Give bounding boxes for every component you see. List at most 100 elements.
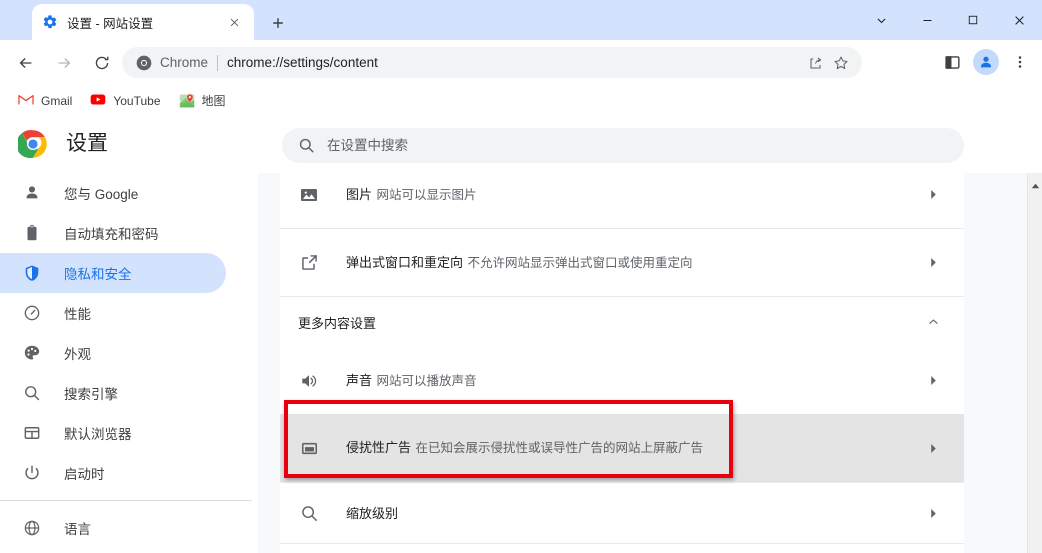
setting-row-intrusive-ads[interactable]: 侵扰性广告 在已知会展示侵扰性或误导性广告的网站上屏蔽广告	[280, 414, 964, 482]
omnibox-separator	[217, 54, 219, 71]
settings-search-box[interactable]	[282, 128, 964, 163]
external-link-icon	[298, 252, 320, 274]
setting-title: 声音	[346, 372, 373, 388]
reload-icon	[95, 56, 109, 69]
row-divider	[280, 543, 964, 544]
setting-row-sound[interactable]: 声音 网站可以播放声音	[280, 347, 964, 414]
back-button[interactable]	[10, 47, 42, 79]
close-window-button[interactable]	[996, 0, 1042, 40]
setting-row-images[interactable]: 图片 网站可以显示图片	[280, 173, 964, 228]
chrome-icon	[136, 55, 152, 71]
bookmark-youtube[interactable]: YouTube	[82, 89, 168, 113]
setting-row-text: 图片 网站可以显示图片	[346, 185, 924, 205]
setting-row-zoom-levels[interactable]: 缩放级别	[280, 483, 964, 543]
speedometer-icon	[22, 303, 42, 323]
reload-button[interactable]	[86, 47, 118, 79]
zoom-icon	[298, 502, 320, 524]
address-bar[interactable]: Chrome chrome://settings/content	[122, 47, 862, 78]
maps-icon	[179, 93, 195, 109]
new-tab-button[interactable]	[262, 9, 294, 37]
bookmarks-bar: Gmail YouTube 地图	[0, 85, 1042, 116]
setting-row-popups-redirects[interactable]: 弹出式窗口和重定向 不允许网站显示弹出式窗口或使用重定向	[280, 229, 964, 296]
section-more-content-settings[interactable]: 更多内容设置	[280, 297, 964, 347]
omnibox-actions	[802, 50, 854, 76]
sidebar-divider	[0, 500, 252, 501]
section-title: 更多内容设置	[298, 315, 377, 331]
browser-window-icon	[22, 423, 42, 443]
forward-button[interactable]	[48, 47, 80, 79]
sidebar-item-you-and-google[interactable]: 您与 Google	[0, 173, 226, 213]
search-input[interactable]	[327, 138, 948, 153]
setting-row-text: 声音 网站可以播放声音	[346, 371, 924, 391]
setting-row-text: 侵扰性广告 在已知会展示侵扰性或误导性广告的网站上屏蔽广告	[346, 438, 924, 458]
plus-icon	[273, 18, 283, 28]
sidebar-item-appearance[interactable]: 外观	[0, 333, 226, 373]
browser-tab[interactable]: 设置 - 网站设置	[32, 4, 254, 40]
person-icon	[22, 183, 42, 203]
share-icon[interactable]	[802, 50, 828, 76]
chevron-right-icon[interactable]	[924, 189, 942, 200]
setting-title: 图片	[346, 186, 373, 202]
power-icon	[22, 463, 42, 483]
avatar-icon	[973, 49, 999, 75]
palette-icon	[22, 343, 42, 363]
settings-content-area: 图片 网站可以显示图片 弹出式窗口和重定向 不允许网站显示弹出式窗口或使用重定向	[258, 173, 1042, 553]
sidebar-item-autofill-passwords[interactable]: 自动填充和密码	[0, 213, 226, 253]
omnibox-scheme-label: Chrome	[160, 55, 209, 70]
gmail-icon	[18, 93, 34, 109]
chevron-up-icon[interactable]	[924, 318, 942, 326]
sidebar-item-on-startup[interactable]: 启动时	[0, 453, 226, 493]
chevron-right-icon[interactable]	[924, 257, 942, 268]
sidebar-item-search-engine[interactable]: 搜索引擎	[0, 373, 226, 413]
clipboard-icon	[22, 223, 42, 243]
settings-sidebar: 您与 Google 自动填充和密码 隐私和安全 性能 外观 搜索引擎 默认浏览器…	[0, 173, 258, 553]
volume-icon	[298, 370, 320, 392]
avatar[interactable]	[970, 46, 1002, 78]
bookmark-gmail[interactable]: Gmail	[10, 89, 80, 113]
sidebar-item-label: 搜索引擎	[64, 387, 118, 402]
globe-icon	[22, 518, 42, 538]
minimize-button[interactable]	[904, 0, 950, 40]
setting-title: 侵扰性广告	[346, 440, 412, 455]
sidebar-item-label: 默认浏览器	[64, 427, 132, 442]
omnibox-url: chrome://settings/content	[227, 55, 378, 70]
scroll-up-arrow-icon[interactable]	[1028, 173, 1042, 189]
sidebar-item-label: 启动时	[64, 467, 105, 482]
setting-subtitle: 在已知会展示侵扰性或误导性广告的网站上屏蔽广告	[415, 441, 703, 455]
star-icon[interactable]	[828, 50, 854, 76]
setting-row-text: 缩放级别	[346, 504, 924, 523]
sidebar-item-label: 性能	[64, 307, 91, 322]
setting-row-text: 弹出式窗口和重定向 不允许网站显示弹出式窗口或使用重定向	[346, 253, 924, 273]
arrow-right-icon	[58, 57, 71, 68]
sidebar-item-label: 语言	[64, 522, 91, 537]
content-scrollbar[interactable]	[1027, 173, 1042, 553]
sidebar-item-languages[interactable]: 语言	[0, 508, 226, 548]
setting-title: 弹出式窗口和重定向	[346, 254, 464, 270]
maximize-button[interactable]	[950, 0, 996, 40]
page-title: 设置	[66, 132, 108, 155]
tab-search-chevron-down-icon[interactable]	[858, 0, 904, 40]
chevron-right-icon[interactable]	[924, 375, 942, 386]
image-icon	[298, 184, 320, 206]
close-icon[interactable]	[224, 12, 244, 32]
toolbar-right-actions	[934, 46, 1036, 78]
sidebar-item-performance[interactable]: 性能	[0, 293, 226, 333]
setting-subtitle: 不允许网站显示弹出式窗口或使用重定向	[467, 255, 693, 270]
arrow-left-icon	[19, 57, 32, 68]
content-settings-card: 图片 网站可以显示图片 弹出式窗口和重定向 不允许网站显示弹出式窗口或使用重定向	[280, 173, 964, 553]
setting-subtitle: 网站可以显示图片	[376, 187, 477, 202]
chevron-right-icon[interactable]	[924, 508, 942, 519]
youtube-icon	[90, 93, 106, 109]
window-controls	[858, 0, 1042, 40]
side-panel-icon[interactable]	[936, 46, 968, 78]
bookmark-maps[interactable]: 地图	[171, 89, 234, 113]
sidebar-item-default-browser[interactable]: 默认浏览器	[0, 413, 226, 453]
browser-title-bar: 设置 - 网站设置	[0, 0, 1042, 40]
shield-icon	[22, 263, 42, 283]
ad-block-icon	[298, 437, 320, 459]
browser-toolbar: Chrome chrome://settings/content	[0, 40, 1042, 85]
setting-title: 缩放级别	[346, 505, 399, 521]
chevron-right-icon[interactable]	[924, 443, 942, 454]
three-dot-menu-icon[interactable]	[1004, 46, 1036, 78]
sidebar-item-privacy-security[interactable]: 隐私和安全	[0, 253, 226, 293]
